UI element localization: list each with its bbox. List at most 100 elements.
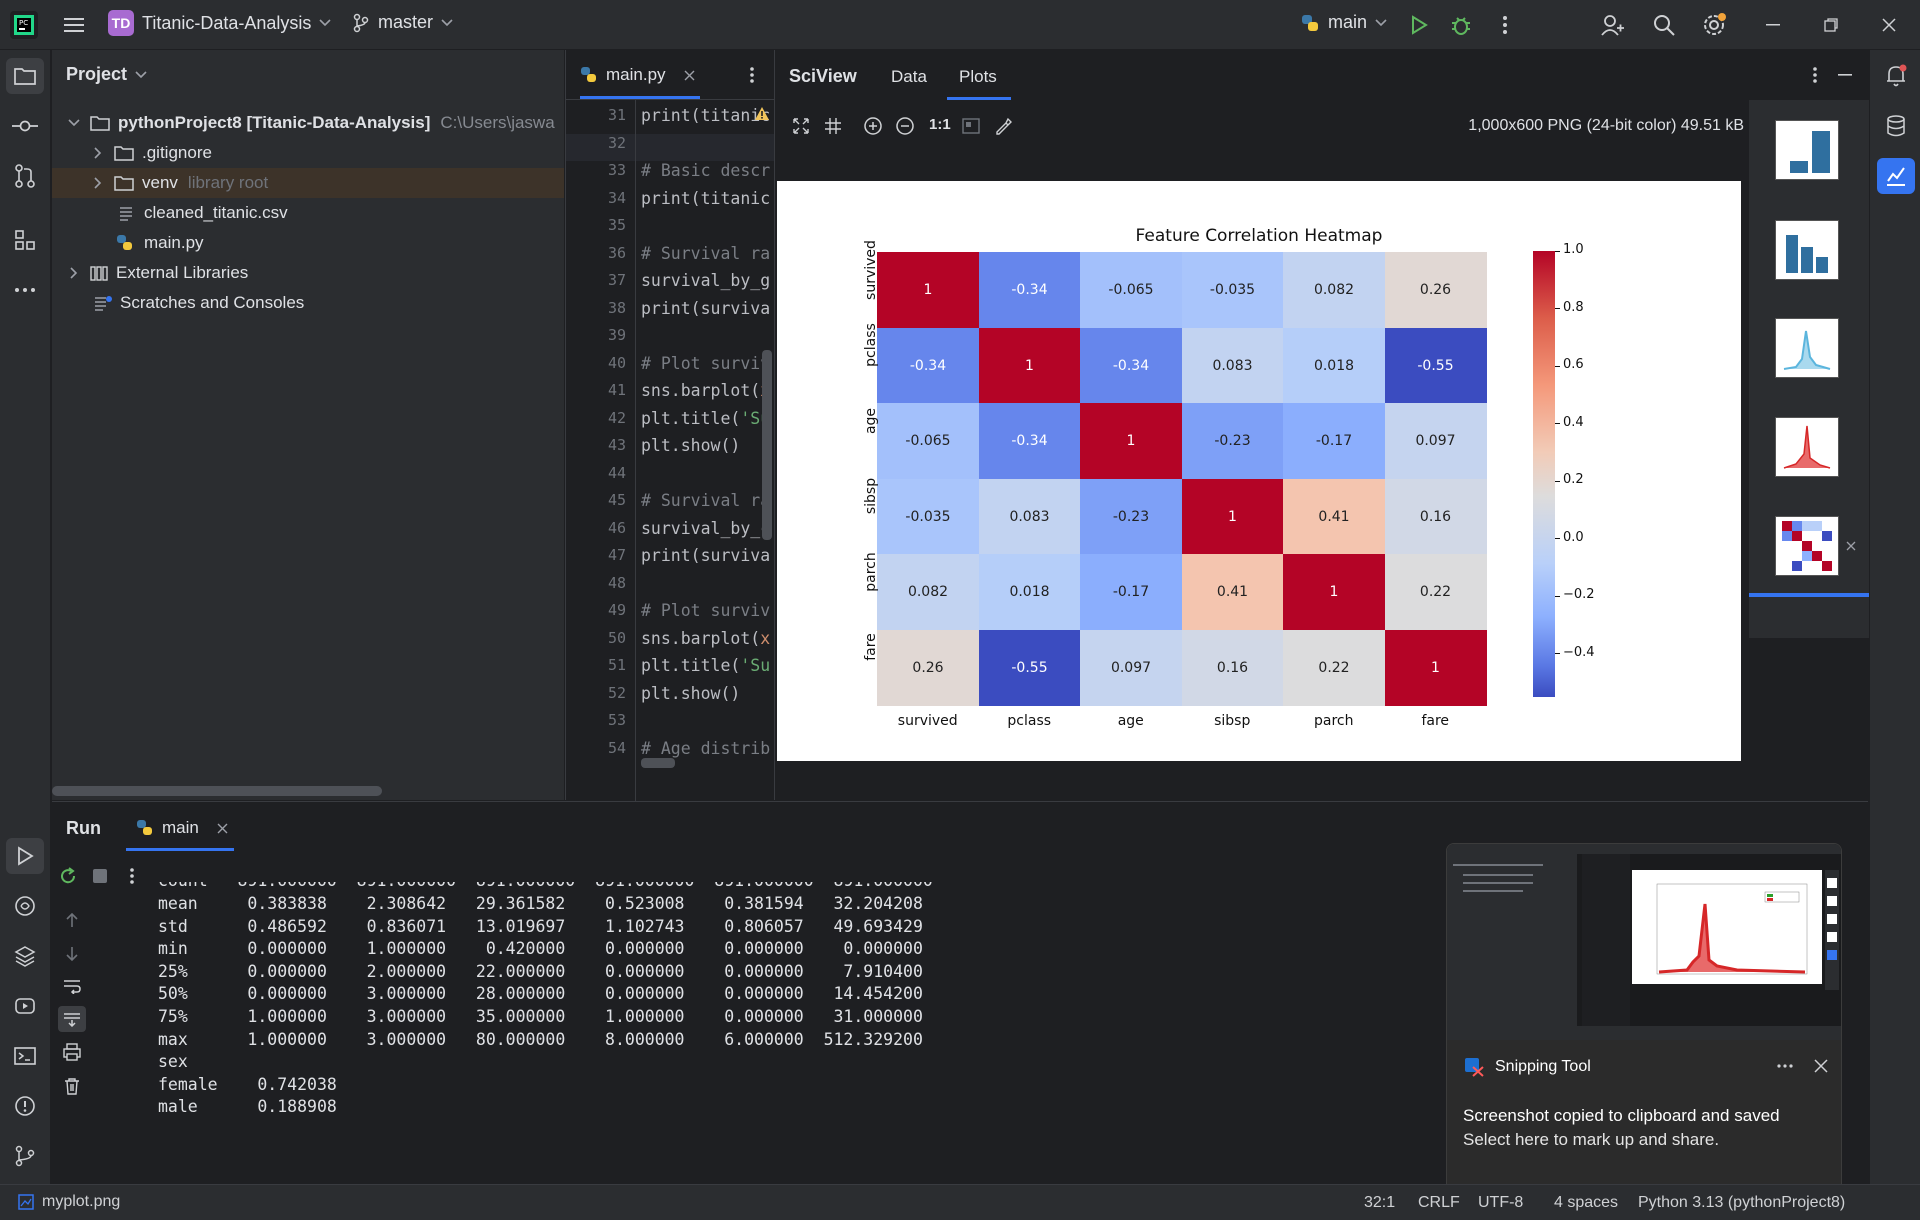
stop-icon[interactable] [88,864,112,888]
main-menu-icon[interactable] [62,13,86,37]
run-options-icon[interactable] [122,864,142,888]
actual-size-button[interactable]: 1:1 [929,116,951,133]
add-user-icon[interactable] [1598,11,1626,39]
chevron-right-icon[interactable] [94,147,102,159]
project-tool-icon[interactable] [6,58,44,94]
status-indent[interactable]: 4 spaces [1554,1194,1618,1212]
warning-icon[interactable] [754,106,770,122]
chevron-down-icon[interactable] [68,119,80,127]
chevron-right-icon[interactable] [70,267,78,279]
thumbnail-scroll-indicator [1749,593,1869,597]
fit-zoom-icon[interactable] [789,114,813,138]
heatmap-cell: 1 [978,327,1081,404]
structure-tool-icon[interactable] [6,222,44,258]
run-tab-main[interactable]: main [136,818,228,838]
thumbnail-plot-4[interactable] [1775,417,1839,477]
tree-row-csv[interactable]: cleaned_titanic.csv [52,198,564,228]
run-icon[interactable] [1406,12,1432,38]
toast-close-icon[interactable] [1809,1054,1833,1078]
tab-options-icon[interactable] [742,64,762,86]
problems-icon[interactable] [6,1088,44,1124]
settings-icon[interactable] [1700,11,1728,39]
branch-selector[interactable]: master [352,12,453,33]
sciview-tool-icon[interactable] [1877,158,1915,194]
close-thumbnail-icon[interactable] [1843,538,1859,554]
tree-row-root[interactable]: pythonProject8 [Titanic-Data-Analysis] C… [52,108,564,138]
project-selector[interactable]: TD Titanic-Data-Analysis [108,10,331,36]
heatmap-cell: -0.035 [877,478,979,555]
chevron-right-icon[interactable] [94,177,102,189]
tree-row-gitignore[interactable]: .gitignore [52,138,564,168]
minimize-icon[interactable] [1760,12,1786,38]
commit-tool-icon[interactable] [6,108,44,144]
toast-more-icon[interactable] [1771,1054,1799,1078]
tree-row-venv[interactable]: venv library root [52,168,564,198]
colorbar-tick-label: 0.8 [1563,299,1584,315]
git-icon[interactable] [6,1138,44,1174]
status-encoding[interactable]: UTF-8 [1478,1194,1523,1212]
restore-icon[interactable] [1818,12,1844,38]
more-actions-icon[interactable] [1492,12,1518,38]
plot-image[interactable]: Feature Correlation Heatmap 1 -0.34 -0.065… [777,181,1741,761]
line-number: 49 [607,601,626,619]
thumbnail-plot-1[interactable] [1775,120,1839,180]
code-line: plt.show() [641,683,741,703]
thumbnail-plot-5-selected[interactable] [1775,516,1839,576]
screenshot-preview[interactable] [1447,844,1841,1040]
hide-panel-icon[interactable] [1833,64,1857,86]
zoom-in-icon[interactable] [861,114,885,138]
background-toggle-icon[interactable] [959,114,983,138]
run-config-selector[interactable]: main [1300,12,1387,33]
database-icon[interactable] [1877,108,1915,144]
horizontal-scrollbar[interactable] [52,786,382,796]
python-console-icon[interactable] [6,888,44,924]
tree-item-label: Scratches and Consoles [120,293,305,312]
console-output[interactable]: mean 0.383838 2.308642 29.361582 0.52300… [52,894,1152,1164]
x-tick-label: pclass [1007,713,1052,729]
snipping-tool-toast[interactable]: Snipping Tool Screenshot copied to clipb… [1446,843,1842,1220]
status-interpreter[interactable]: Python 3.13 (pythonProject8) [1638,1194,1845,1212]
line-number: 45 [607,491,626,509]
heatmap-cell: 0.082 [877,554,979,630]
sciview-options-icon[interactable] [1805,64,1825,86]
tab-data[interactable]: Data [891,67,927,87]
debug-icon[interactable] [1448,12,1474,38]
close-tab-icon[interactable] [684,70,695,81]
line-number: 37 [607,271,626,289]
editor-tab-mainpy[interactable]: main.py [580,65,695,85]
heatmap-cell: -0.34 [877,327,979,404]
services-icon[interactable] [6,988,44,1024]
terminal-icon[interactable] [6,1038,44,1074]
run-tool-icon[interactable] [6,838,44,874]
line-number: 41 [607,381,626,399]
tree-row-mainpy[interactable]: main.py [52,228,564,258]
grid-icon[interactable] [821,114,845,138]
pull-requests-icon[interactable] [6,158,44,194]
zoom-out-icon[interactable] [893,114,917,138]
python-packages-icon[interactable] [6,938,44,974]
tab-plots[interactable]: Plots [959,67,997,87]
thumbnail-plot-2[interactable] [1775,220,1839,280]
scratches-icon [94,295,112,311]
status-file[interactable]: myplot.png [18,1193,120,1211]
tree-row-scratches[interactable]: Scratches and Consoles [52,288,564,318]
status-line-separator[interactable]: CRLF [1418,1194,1460,1212]
search-icon[interactable] [1650,11,1678,39]
project-panel-header[interactable]: Project [66,64,147,85]
more-tools-icon[interactable] [6,272,44,308]
heatmap-cell: -0.55 [978,629,1081,706]
notifications-icon[interactable] [1877,58,1915,94]
color-picker-icon[interactable] [991,114,1015,138]
vertical-scrollbar[interactable] [762,350,772,540]
tree-row-external-libraries[interactable]: External Libraries [52,258,564,288]
status-position[interactable]: 32:1 [1364,1194,1395,1212]
thumbnail-plot-3[interactable] [1775,318,1839,378]
code-line: survival_by_g [641,271,771,290]
code-area[interactable]: 31 print(titanic 32 33 # Basic descr 34 print(… [566,106,774,796]
editor-horizontal-scrollbar[interactable] [641,758,675,768]
close-tab-icon[interactable] [217,823,228,834]
heatmap-cell: 1 [877,252,979,328]
pycharm-logo-icon[interactable]: PC [10,11,38,39]
rerun-icon[interactable] [56,864,80,888]
close-window-icon[interactable] [1876,12,1902,38]
